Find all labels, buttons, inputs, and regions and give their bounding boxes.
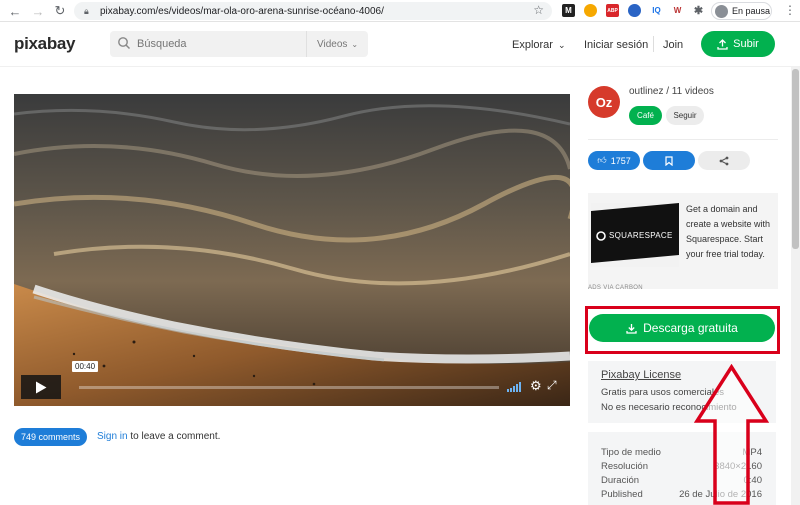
settings-gear-icon[interactable]: ⚙ [530, 378, 542, 394]
bookmark-icon [665, 155, 673, 166]
annotation-arrow [694, 364, 769, 505]
author-avatar[interactable]: Oz [588, 86, 620, 118]
join-link[interactable]: Join [663, 39, 683, 51]
menu-kebab-icon[interactable]: ⋮ [784, 3, 796, 17]
reload-icon[interactable]: ↻ [51, 2, 69, 20]
ad-text: Get a domain and create a website with S… [686, 204, 771, 259]
info-key: Published [601, 489, 643, 500]
video-player[interactable]: 00:40 ⚙ ⤢ [14, 94, 570, 406]
lock-icon: 🔒︎ [84, 6, 89, 16]
player-controls: 00:40 ⚙ ⤢ [21, 361, 563, 399]
extension-m-icon[interactable]: M [562, 4, 575, 17]
license-link[interactable]: Pixabay License [601, 369, 681, 381]
signin-rest: to leave a comment. [127, 431, 221, 442]
download-label: Descarga gratuita [643, 321, 738, 335]
info-key: Resolución [601, 461, 648, 472]
info-key: Duración [601, 475, 640, 486]
extension-iq-icon[interactable]: IQ [650, 4, 663, 17]
video-frame [14, 94, 570, 406]
extension-blue-icon[interactable] [628, 4, 641, 17]
time-tooltip: 00:40 [72, 361, 99, 372]
forward-icon[interactable]: → [29, 2, 47, 20]
back-icon[interactable]: ← [6, 2, 24, 20]
signin-prompt: Sign in to leave a comment. [97, 431, 220, 442]
follow-button[interactable]: Seguir [666, 106, 704, 125]
signin-link[interactable]: Sign in [97, 431, 128, 442]
download-icon [626, 323, 637, 334]
login-link[interactable]: Iniciar sesión [584, 39, 648, 51]
search-bar: Videos ⌄ [110, 31, 368, 57]
bookmark-star-icon[interactable]: ☆ [533, 3, 544, 17]
like-button[interactable]: 👍︎ 1757 [588, 151, 640, 170]
explore-label: Explorar [512, 39, 553, 51]
chevron-down-icon: ⌄ [351, 39, 359, 49]
cafe-button[interactable]: Café [629, 106, 662, 125]
ad-brand: SQUARESPACE [609, 231, 673, 240]
volume-level-icon[interactable] [507, 382, 523, 392]
bookmark-button[interactable] [643, 151, 695, 170]
author-avatar-text: Oz [595, 94, 613, 110]
search-type-select[interactable]: Videos ⌄ [306, 31, 368, 57]
search-type-label: Videos [317, 38, 348, 50]
page-scrollbar[interactable] [791, 67, 800, 505]
extensions-puzzle-icon[interactable]: ✱ [692, 4, 705, 17]
extension-abp-icon[interactable]: ABP [606, 4, 619, 17]
browser-toolbar: ← → ↻ 🔒︎ pixabay.com/es/videos/mar-ola-o… [0, 0, 800, 22]
profile-chip[interactable]: En pausa [711, 2, 772, 20]
share-button[interactable] [698, 151, 750, 170]
upload-icon [717, 38, 728, 50]
avatar [715, 4, 728, 18]
url-text: pixabay.com/es/videos/mar-ola-oro-arena-… [100, 5, 384, 17]
address-bar[interactable]: 🔒︎ pixabay.com/es/videos/mar-ola-oro-are… [74, 2, 552, 20]
play-button[interactable] [21, 375, 61, 399]
explore-menu[interactable]: Explorar ⌄ [512, 39, 566, 51]
upload-label: Subir [733, 38, 759, 50]
play-icon [36, 381, 47, 393]
info-key: Tipo de medio [601, 447, 661, 458]
upload-button[interactable]: Subir [701, 31, 775, 57]
profile-label: En pausa [732, 6, 771, 16]
carbon-ad[interactable]: SQUARESPACE Get a domain and create a we… [588, 193, 778, 289]
search-icon[interactable] [117, 36, 131, 50]
chevron-down-icon: ⌄ [558, 40, 566, 50]
thumbs-up-icon: 👍︎ [597, 155, 607, 165]
scrollbar-thumb[interactable] [792, 69, 799, 249]
ad-image: SQUARESPACE [591, 203, 679, 267]
site-header: pixabay Videos ⌄ Explorar ⌄ Iniciar sesi… [0, 23, 800, 67]
fullscreen-icon[interactable]: ⤢ [547, 378, 557, 393]
progress-track[interactable] [79, 386, 499, 389]
extension-w-icon[interactable]: W [671, 4, 684, 17]
sidebar-divider [588, 139, 778, 140]
site-logo[interactable]: pixabay [14, 34, 76, 54]
comments-count-badge[interactable]: 749 comments [14, 428, 87, 446]
search-input[interactable] [137, 35, 307, 53]
like-count: 1757 [610, 155, 631, 166]
header-divider [653, 36, 654, 52]
share-icon [719, 156, 729, 165]
author-name[interactable]: outlinez / 11 videos [629, 86, 714, 97]
download-button[interactable]: Descarga gratuita [589, 314, 775, 342]
ad-via-label[interactable]: ADS VIA CARBON [588, 285, 643, 291]
extension-color-icon[interactable] [584, 4, 597, 17]
